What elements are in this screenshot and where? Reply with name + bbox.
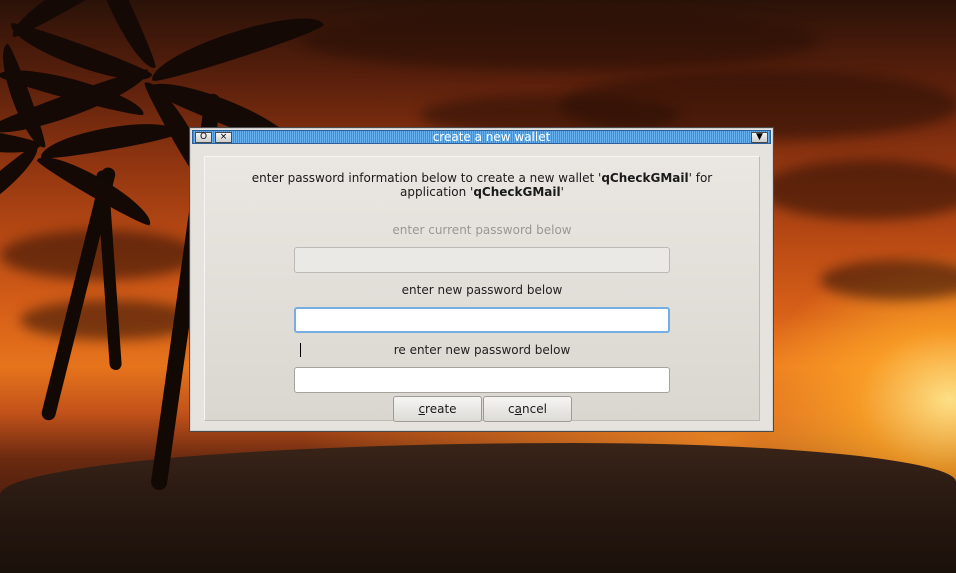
cancel-mnemonic: a [514, 402, 523, 416]
current-password-label: enter current password below [392, 223, 572, 237]
shade-button[interactable]: ▼ [751, 132, 768, 143]
message-line2-suffix: ' [560, 185, 564, 199]
window-title: create a new wallet [432, 130, 551, 144]
info-message: enter password information below to crea… [205, 171, 759, 199]
window-menu-button[interactable]: O [195, 132, 212, 143]
message-prefix: enter password information below to crea… [251, 171, 602, 185]
beach [0, 443, 956, 573]
cloud [760, 160, 956, 220]
close-button[interactable]: × [215, 132, 232, 143]
palm-frond [0, 142, 46, 227]
reenter-password-label: re enter new password below [393, 343, 571, 357]
cancel-button[interactable]: cancel [483, 396, 572, 422]
new-password-label: enter new password below [401, 283, 563, 297]
dialog-content: enter password information below to crea… [204, 156, 760, 422]
message-middle: ' for [688, 171, 713, 185]
create-label-rest: reate [425, 402, 457, 416]
cloud [300, 10, 820, 70]
create-button[interactable]: create [393, 396, 482, 422]
application-name: qCheckGMail [473, 185, 561, 199]
reenter-password-field[interactable] [294, 367, 670, 393]
cancel-label-rest: ncel [522, 402, 547, 416]
wallet-name: qCheckGMail [601, 171, 689, 185]
palm-frond [38, 115, 180, 162]
current-password-field[interactable] [294, 247, 670, 273]
title-bar[interactable]: O × create a new wallet ▼ [192, 130, 771, 144]
palm-frond [145, 5, 326, 86]
cloud [820, 260, 956, 300]
create-wallet-dialog: O × create a new wallet ▼ enter password… [189, 127, 774, 432]
cancel-label-first: c [508, 402, 515, 416]
new-password-field[interactable] [294, 307, 670, 333]
desktop-background: O × create a new wallet ▼ enter password… [0, 0, 956, 573]
message-line2-prefix: application ' [400, 185, 474, 199]
